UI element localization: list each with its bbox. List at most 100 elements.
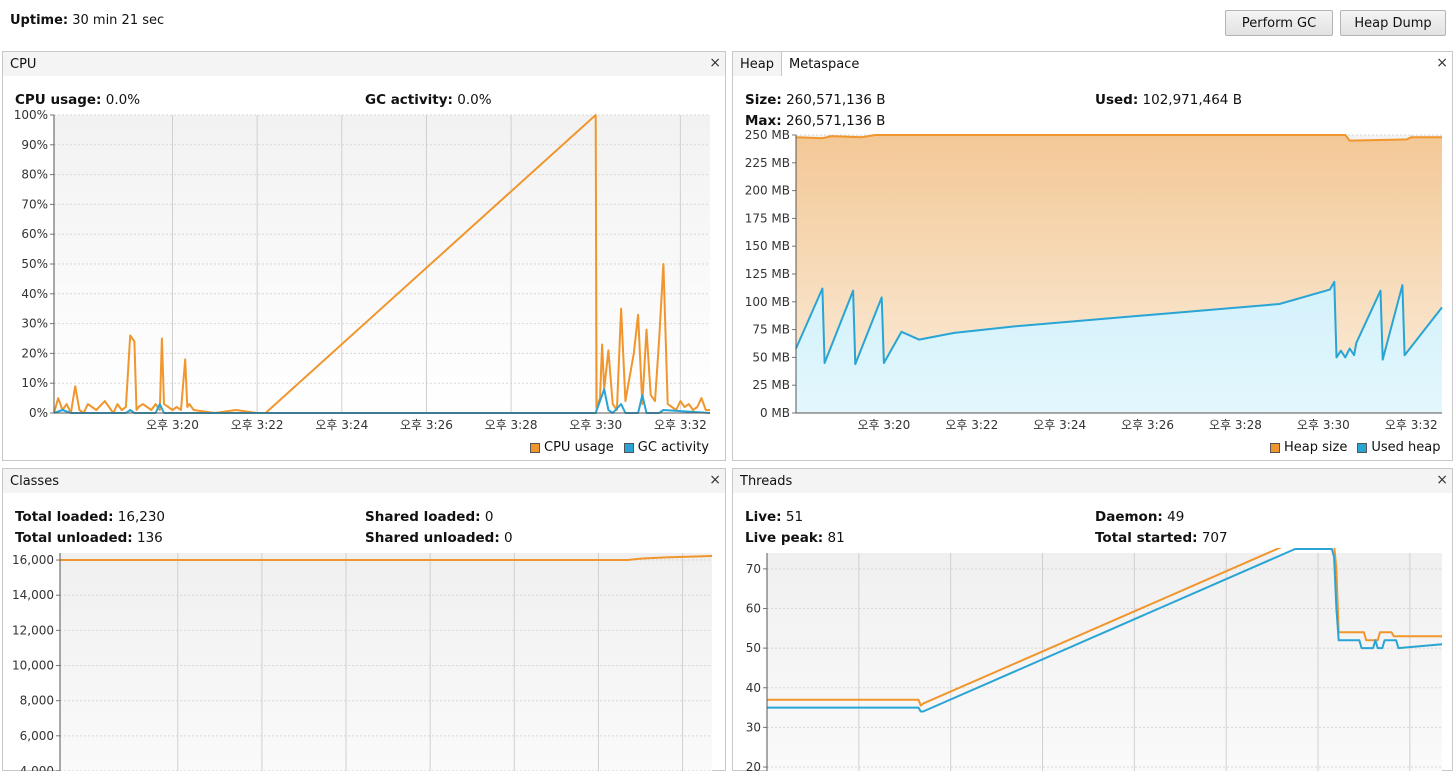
y-tick-label: 0 MB (760, 406, 790, 420)
y-tick-label: 0% (29, 406, 48, 420)
y-tick-label: 100 MB (745, 295, 790, 309)
y-tick-label: 70% (21, 197, 48, 211)
close-icon[interactable]: × (1436, 55, 1448, 71)
gc-activity-stat: GC activity: 0.0% (365, 92, 492, 108)
total-started-value: 707 (1201, 530, 1228, 546)
y-tick-label: 8,000 (20, 694, 54, 708)
x-tick-label: 오후 3:24 (315, 418, 368, 432)
total-started-stat: Total started: 707 (1095, 530, 1228, 546)
cpu-usage-value: 0.0% (105, 92, 141, 108)
x-tick-label: 오후 3:24 (1033, 418, 1086, 432)
y-tick-label: 12,000 (12, 623, 54, 637)
heap-size-value: 260,571,136 B (786, 92, 886, 108)
tab-metaspace[interactable]: Metaspace (782, 52, 1452, 76)
x-tick-label: 오후 3:32 (654, 418, 707, 432)
x-tick-label: 오후 3:26 (1121, 418, 1174, 432)
gc-activity-value: 0.0% (457, 92, 492, 108)
heap-max-label: Max: (745, 113, 782, 129)
total-loaded-stat: Total loaded: 16,230 (15, 509, 165, 525)
legend-gc-activity: GC activity (637, 440, 709, 455)
shared-unloaded-value: 0 (504, 530, 513, 546)
heap-dump-button[interactable]: Heap Dump (1340, 10, 1446, 36)
legend-used-heap: Used heap (1371, 440, 1441, 455)
y-tick-label: 25 MB (752, 378, 790, 392)
legend-heap-size: Heap size (1284, 440, 1348, 455)
y-tick-label: 40% (21, 287, 48, 301)
y-tick-label: 50% (21, 257, 48, 271)
tab-threads[interactable]: Threads (733, 469, 1452, 493)
y-tick-label: 16,000 (12, 553, 54, 567)
shared-unloaded-stat: Shared unloaded: 0 (365, 530, 513, 546)
close-icon[interactable]: × (709, 472, 721, 488)
y-tick-label: 50 (746, 641, 761, 655)
close-icon[interactable]: × (1436, 472, 1448, 488)
close-icon[interactable]: × (709, 55, 721, 71)
live-peak-stat: Live peak: 81 (745, 530, 845, 546)
x-tick-label: 오후 3:26 (400, 418, 453, 432)
x-tick-label: 오후 3:28 (1209, 418, 1262, 432)
live-threads-stat: Live: 51 (745, 509, 803, 525)
cpu-legend: CPU usage GC activity (530, 440, 709, 455)
y-tick-label: 40 (746, 681, 761, 695)
x-tick-label: 오후 3:30 (569, 418, 622, 432)
heap-used-value: 102,971,464 B (1142, 92, 1242, 108)
y-tick-label: 30 (746, 720, 761, 734)
classes-chart: 4,000 6,000 8,000 10,000 12,000 14,000 16,000 (12, 553, 713, 771)
y-tick-label: 200 MB (745, 184, 790, 198)
shared-unloaded-label: Shared unloaded: (365, 530, 500, 546)
y-tick-label: 70 (746, 562, 761, 576)
plot-area (767, 553, 1442, 771)
used-heap-swatch (1357, 442, 1368, 453)
classes-tabbar: Classes × (3, 468, 725, 493)
live-peak-label: Live peak: (745, 530, 824, 546)
x-tick-label: 오후 3:22 (945, 418, 998, 432)
total-unloaded-stat: Total unloaded: 136 (15, 530, 163, 546)
daemon-threads-label: Daemon: (1095, 509, 1163, 525)
y-tick-label: 150 MB (745, 239, 790, 253)
threads-chart: 20 30 40 50 60 70 (746, 548, 1443, 771)
heap-used-label: Used: (1095, 92, 1139, 108)
y-tick-label: 225 MB (745, 156, 790, 170)
total-started-label: Total started: (1095, 530, 1198, 546)
cpu-chart: 0% 10% 20% 30% 40% 50% 60% 70% 80% 90% 100% 오후 3:20… (14, 110, 711, 432)
y-tick-label: 10% (21, 376, 48, 390)
shared-loaded-label: Shared loaded: (365, 509, 481, 525)
y-tick-label: 6,000 (20, 729, 54, 743)
uptime-label: Uptime: (10, 13, 69, 28)
heap-legend: Heap size Used heap (1270, 440, 1440, 455)
y-tick-label: 4,000 (20, 764, 54, 771)
y-tick-label: 80% (21, 168, 48, 182)
x-tick-label: 오후 3:20 (146, 418, 199, 432)
total-loaded-label: Total loaded: (15, 509, 114, 525)
gc-activity-label: GC activity: (365, 92, 453, 108)
gc-activity-swatch (623, 442, 634, 453)
tab-heap[interactable]: Heap (733, 52, 782, 76)
live-threads-label: Live: (745, 509, 782, 525)
cpu-usage-swatch (530, 442, 540, 453)
x-tick-label: 오후 3:30 (1297, 418, 1350, 432)
total-unloaded-value: 136 (137, 530, 163, 546)
heap-used-stat: Used: 102,971,464 B (1095, 92, 1242, 108)
y-tick-label: 175 MB (745, 211, 790, 225)
live-peak-value: 81 (827, 530, 845, 546)
legend-cpu-usage: CPU usage (544, 440, 614, 455)
y-tick-label: 90% (21, 138, 48, 152)
y-tick-label: 60 (746, 601, 761, 615)
tab-classes[interactable]: Classes (3, 469, 725, 493)
heap-size-label: Size: (745, 92, 782, 108)
heap-size-stat: Size: 260,571,136 B (745, 92, 886, 108)
x-tick-label: 오후 3:28 (485, 418, 538, 432)
total-unloaded-label: Total unloaded: (15, 530, 133, 546)
x-tick-label: 오후 3:20 (857, 418, 910, 432)
tab-cpu[interactable]: CPU (3, 52, 725, 76)
y-tick-label: 20 (746, 760, 761, 771)
x-tick-label: 오후 3:32 (1385, 418, 1438, 432)
shared-loaded-value: 0 (484, 509, 494, 525)
live-threads-value: 51 (785, 509, 804, 525)
memory-tabbar: Heap Metaspace × (733, 51, 1452, 76)
shared-loaded-stat: Shared loaded: 0 (365, 509, 493, 525)
perform-gc-button[interactable]: Perform GC (1225, 10, 1333, 36)
heap-max-stat: Max: 260,571,136 B (745, 113, 885, 129)
y-tick-label: 14,000 (12, 588, 54, 602)
y-tick-label: 10,000 (12, 659, 54, 673)
